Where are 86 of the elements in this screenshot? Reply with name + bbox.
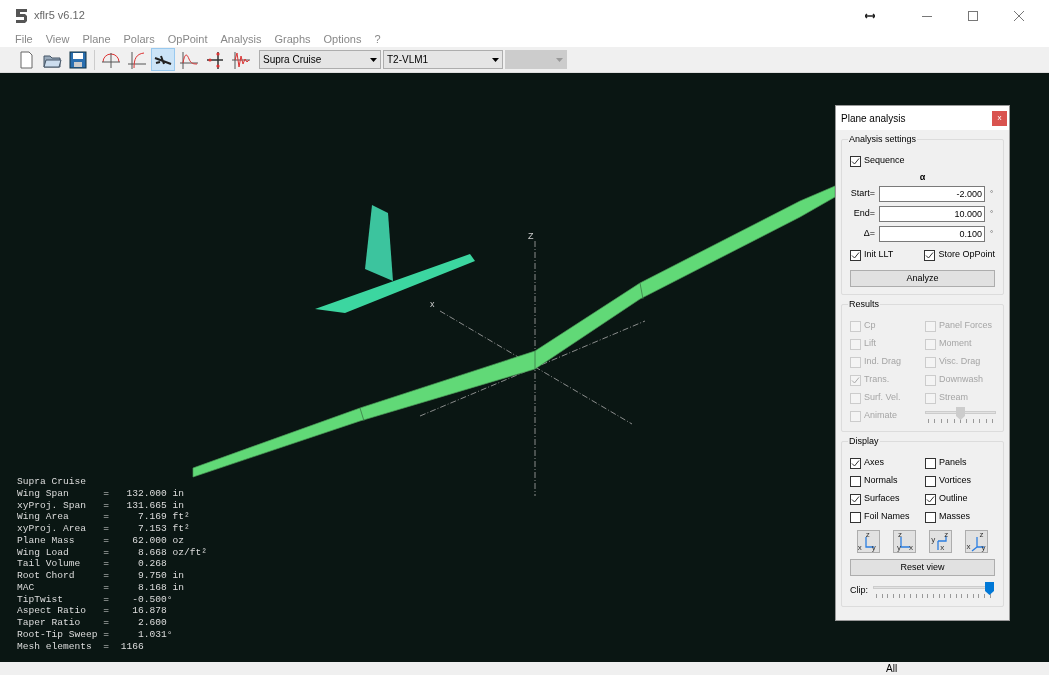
slider-thumb[interactable] [985,582,994,595]
axes-icon [899,536,911,548]
view-axes-button[interactable]: y z x [929,530,953,553]
checkbox-label: Outline [939,492,968,506]
close-button[interactable]: x [992,110,1007,126]
checkbox-label: Ind. Drag [864,355,902,369]
checkbox-label: Trans. [864,373,890,387]
panel-title: Plane analysis [841,111,906,126]
window-title: xflr5 v6.12 [34,8,85,24]
clip-label: Clip: [850,584,868,598]
group-title: Analysis settings [848,134,918,145]
checkbox[interactable] [850,493,861,505]
menu-item[interactable]: File [15,30,33,48]
checkbox-label: Panels [939,456,967,470]
axes-icon [971,536,986,552]
menu-item[interactable]: Options [323,30,362,48]
unit-label: ° [990,228,994,240]
checkbox[interactable] [850,511,861,523]
checkbox-label: Axes [864,456,884,470]
close-icon[interactable] [1014,10,1024,21]
field-label: Δ= [862,227,875,241]
checkbox-label: Foil Names [864,510,910,524]
checkbox[interactable] [924,249,936,261]
view-axes-button[interactable]: z x y [965,530,989,553]
view-axes-button[interactable]: z x y [856,530,880,553]
analyze-button[interactable]: Analyze [850,270,995,288]
unit-label: ° [990,208,994,220]
caret-icon [370,57,377,62]
maximize-icon[interactable] [968,10,978,21]
menu-item[interactable]: Polars [123,30,155,48]
slider[interactable] [925,407,996,425]
checkbox-label: Sequence [864,154,905,168]
view-axes-button[interactable]: z y x [892,530,916,553]
checkbox-label: Moment [939,337,972,351]
dropdown[interactable]: Supra Cruise [259,50,381,69]
menu-item[interactable]: Analysis [220,30,262,48]
field-label: Start= [850,187,875,201]
menu-item[interactable]: Graphs [274,30,311,48]
plane-info-text: Supra Cruise Wing Span = 132.000 in xyProj. Span = 131.665 in Wing Area = 7.169 ft² xyProj. Area = 7.153 ft² Plane Mass = 62.000 oz Wing Load = 8.668 oz/ft² Tail Volume = 0.268 Root Chord = 9.750 in MAC = 8.168 in TipTwist = -0.500° Aspect Ratio = 16.878 Taper Ratio = 2.600 Root-Tip Sweep = 1.031° Mesh elements = 1166 [17,476,207,653]
menu-item[interactable]: View [45,30,70,48]
unit-label: ° [990,188,994,200]
group-title: Display [848,436,880,447]
menu-item[interactable]: ? [374,30,381,48]
checkbox-label: Panel Forces [939,319,993,333]
checkbox[interactable] [850,249,861,261]
checkbox-label: Vortices [939,474,971,488]
slider[interactable] [873,582,994,600]
checkbox[interactable] [925,475,936,487]
group-title: Results [848,299,880,310]
checkbox-label: Animate [864,409,898,423]
field-label: End= [852,207,875,221]
resize-arrows-icon[interactable] [864,12,876,19]
checkbox-label: Init LLT [864,248,894,262]
axis-label: x [430,300,435,309]
checkbox-label: Cp [864,319,876,333]
checkbox[interactable] [850,155,861,167]
caret-icon [556,57,563,62]
app-logo-icon [14,8,29,23]
checkbox[interactable] [925,493,936,505]
number-field[interactable]: 0.100 [879,226,985,242]
axes-icon [937,535,948,551]
checkbox-label: Downwash [939,373,984,387]
checkbox-label: Store OpPoint [938,248,995,262]
checkbox[interactable] [925,511,936,523]
checkbox[interactable] [925,457,936,469]
dropdown[interactable]: T2-VLM1 [383,50,503,69]
number-field[interactable]: 10.000 [879,206,985,222]
axes-icon [864,536,875,548]
checkbox[interactable] [850,457,861,469]
alpha-symbol: α [918,171,927,184]
reset-view-button[interactable]: Reset view [850,559,995,577]
checkbox-label: Visc. Drag [939,355,981,369]
checkbox-label: Surfaces [864,492,900,506]
floppy-disk-icon[interactable] [66,48,90,71]
axis-label: Z [528,232,534,241]
caret-icon [492,57,499,62]
menu-item[interactable]: OpPoint [167,30,208,48]
menu-item[interactable]: Plane [82,30,111,48]
status-text: All [886,662,898,675]
checkbox[interactable] [850,475,861,487]
checkbox-label: Lift [864,337,876,351]
checkbox-label: Masses [939,510,970,524]
number-field[interactable]: -2.000 [879,186,985,202]
checkbox-label: Surf. Vel. [864,391,901,405]
checkbox-label: Stream [939,391,968,405]
checkbox-label: Normals [864,474,898,488]
